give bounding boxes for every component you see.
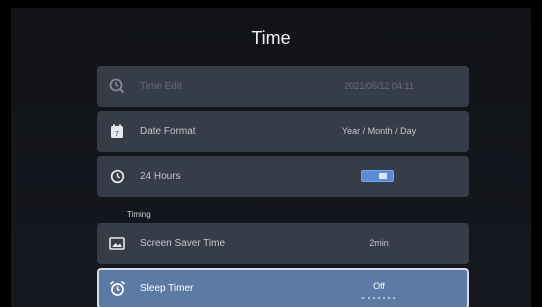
sleep-timer-row[interactable]: Sleep Timer Off: [97, 268, 469, 307]
screen-saver-time-value: 2min: [369, 238, 389, 248]
toggle-knob: [379, 173, 387, 179]
tv-settings-screen: Time Time Edit 2021/05/12 04:11 7 Date F…: [11, 8, 531, 307]
calendar-icon: 7: [108, 122, 126, 140]
alarm-clock-icon: [108, 279, 126, 297]
screen-saver-time-row[interactable]: Screen Saver Time 2min: [97, 223, 469, 264]
sleep-timer-value: Off: [373, 281, 385, 291]
date-format-value: Year / Month / Day: [341, 126, 417, 136]
section-heading-timing: Timing: [127, 210, 151, 219]
24-hours-toggle[interactable]: [361, 170, 394, 182]
screen-saver-time-label: Screen Saver Time: [140, 238, 226, 249]
page-title: Time: [251, 28, 291, 48]
sleep-timer-label: Sleep Timer: [140, 283, 194, 294]
24-hours-label: 24 Hours: [140, 171, 181, 182]
date-format-row[interactable]: 7 Date Format Year / Month / Day: [97, 111, 469, 152]
option-page-indicator: [361, 297, 395, 299]
time-edit-value: 2021/05/12 04:11: [344, 81, 414, 91]
date-format-label: Date Format: [140, 126, 196, 137]
time-edit-label: Time Edit: [140, 81, 182, 92]
svg-text:7: 7: [115, 131, 119, 138]
picture-icon: [108, 234, 126, 252]
24-hours-row[interactable]: 24 Hours: [97, 156, 469, 197]
clock-edit-icon: [108, 77, 126, 95]
time-edit-row: Time Edit 2021/05/12 04:11: [97, 66, 469, 107]
clock-icon: [108, 167, 126, 185]
